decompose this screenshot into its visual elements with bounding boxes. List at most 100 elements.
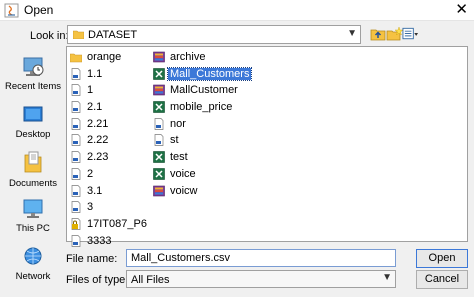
file-item-name: mobile_price [170, 101, 233, 114]
file-item-name: 3333 [87, 234, 112, 247]
cancel-button[interactable]: Cancel [416, 270, 468, 289]
file-item[interactable]: test [153, 149, 251, 166]
file-icon [71, 184, 81, 197]
files-of-type-dropdown[interactable]: All Files ▼ [126, 270, 396, 288]
place-label: Documents [8, 178, 58, 189]
file-name-input[interactable] [126, 249, 396, 267]
documents-icon [24, 151, 42, 173]
close-icon[interactable]: ✕ [455, 1, 468, 19]
java-app-icon [4, 3, 19, 18]
file-item[interactable]: 17IT087_P6 [70, 216, 149, 233]
file-item[interactable]: 1 [70, 82, 149, 99]
places-bar: Recent Items Desktop Documents This PC N… [5, 48, 61, 286]
desktop-icon [23, 106, 43, 122]
file-item[interactable]: 3.1 [70, 183, 149, 200]
place-documents[interactable]: Documents [5, 151, 61, 189]
file-item-name: 2.21 [87, 117, 109, 130]
file-item-name: 2.23 [87, 151, 109, 164]
place-label: This PC [16, 223, 50, 234]
file-item[interactable]: Mall_Customers [153, 66, 253, 83]
file-item-name: voicw [170, 184, 198, 197]
files-of-type-value: All Files [131, 274, 170, 286]
file-item-name: Mall_Customers [166, 66, 253, 81]
file-item[interactable]: 2.22 [70, 132, 149, 149]
place-this-pc[interactable]: This PC [5, 198, 61, 234]
place-recent-items[interactable]: Recent Items [5, 56, 61, 92]
file-icon [71, 151, 81, 163]
file-item-name: test [170, 151, 188, 164]
file-item[interactable]: 2.23 [70, 149, 149, 166]
file-item-name: 1.1 [87, 67, 103, 80]
file-name-label: File name: [66, 253, 118, 265]
archive-icon [153, 85, 165, 96]
place-network[interactable]: Network [5, 246, 61, 282]
window-title: Open [24, 3, 54, 17]
file-item[interactable]: 2.21 [70, 116, 149, 133]
file-icon [154, 134, 164, 147]
file-icon [71, 234, 81, 247]
file-item-name: voice [170, 167, 196, 180]
file-item-name: 3.1 [87, 184, 103, 197]
file-icon [71, 84, 81, 97]
file-list[interactable]: orange 1.1 1 2.1 2.21 2.22 2.23 2 3.1 3 17IT087_P6… [66, 46, 468, 247]
excel-icon [153, 168, 165, 180]
title-bar: Open ✕ [0, 0, 474, 21]
chevron-down-icon: ▼ [347, 28, 357, 39]
file-item-name: 2 [87, 167, 94, 180]
place-desktop[interactable]: Desktop [5, 104, 61, 140]
file-item-name: nor [170, 117, 186, 130]
folder-icon [73, 30, 84, 39]
file-item[interactable]: voicw [153, 183, 251, 200]
file-item-name: 2.1 [87, 101, 103, 114]
file-item[interactable]: 3 [70, 199, 149, 216]
locked-file-icon [71, 218, 81, 230]
file-item[interactable]: orange [70, 49, 149, 66]
file-item[interactable]: st [153, 132, 251, 149]
look-in-label: Look in: [30, 30, 69, 42]
file-icon [71, 101, 81, 113]
excel-icon [153, 67, 165, 80]
file-icon [71, 134, 81, 147]
view-menu-icon [402, 27, 419, 40]
file-item[interactable]: nor [153, 116, 251, 133]
archive-icon [153, 51, 165, 63]
file-item[interactable]: MallCustomer [153, 82, 251, 99]
this-pc-icon [23, 199, 43, 218]
file-item-name: st [170, 134, 179, 147]
file-column: orange 1.1 1 2.1 2.21 2.22 2.23 2 3.1 3 17IT087_P6… [70, 49, 149, 249]
file-icon [154, 117, 164, 130]
file-icon [71, 167, 81, 180]
file-item-name: 3 [87, 201, 94, 214]
file-item[interactable]: voice [153, 166, 251, 183]
file-item[interactable]: mobile_price [153, 99, 251, 116]
excel-icon [153, 101, 165, 113]
place-label: Network [15, 271, 51, 282]
file-item[interactable]: 1.1 [70, 66, 149, 83]
file-icon [71, 117, 81, 130]
file-item-name: MallCustomer [170, 84, 238, 97]
folder-icon [70, 53, 82, 63]
file-item[interactable]: archive [153, 49, 251, 66]
look-in-value: DATASET [88, 29, 138, 41]
file-icon [71, 201, 81, 214]
new-folder-icon [386, 26, 404, 41]
file-item[interactable]: 3333 [70, 233, 149, 250]
view-menu-button[interactable] [402, 26, 420, 42]
file-column: archive Mall_Customers MallCustomer mobile_… [153, 49, 253, 200]
chevron-down-icon: ▼ [382, 272, 392, 283]
look-in-dropdown[interactable]: DATASET ▼ [67, 25, 361, 44]
file-item[interactable]: 2.1 [70, 99, 149, 116]
network-icon [24, 247, 42, 265]
up-folder-button[interactable] [370, 26, 387, 42]
new-folder-button[interactable] [386, 26, 404, 42]
recent-items-icon [23, 57, 44, 76]
archive-icon [153, 185, 165, 196]
file-item[interactable]: 2 [70, 166, 149, 183]
file-icon [71, 67, 81, 80]
file-item-name: 1 [87, 84, 94, 97]
file-item-name: 17IT087_P6 [87, 217, 147, 230]
up-folder-icon [370, 29, 386, 41]
file-item-name: 2.22 [87, 134, 109, 147]
place-label: Recent Items [5, 81, 61, 92]
open-button[interactable]: Open [416, 249, 468, 268]
